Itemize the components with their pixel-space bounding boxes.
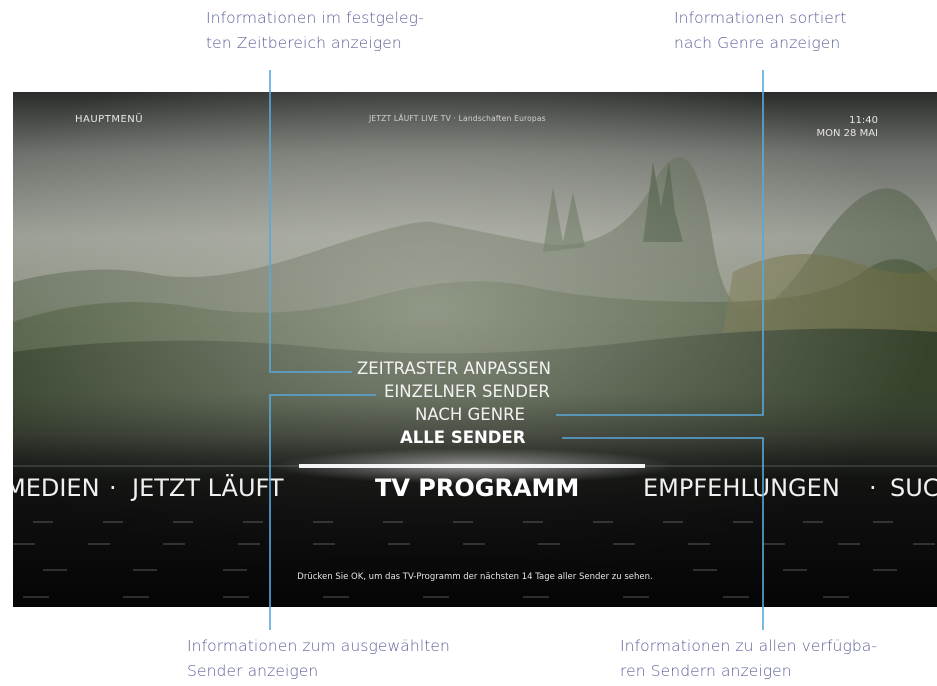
main-menu-item-search[interactable]: SUC [890,474,937,502]
main-menu-item-media[interactable]: MEDIEN [13,474,100,502]
date-display: MON 28 MAI [816,128,878,139]
main-menu-item-now-playing[interactable]: JETZT LÄUFT [132,474,284,502]
annotation-single-channel: Informationen zum ausgewählten Sender an… [187,634,450,684]
submenu-item-by-genre[interactable]: NACH GENRE [415,405,525,424]
annotation-line: ren Sendern anzeigen [620,662,792,680]
annotation-line: Informationen zu allen verfügba- [620,637,878,655]
annotation-time-grid: Informationen im festgeleg- ten Zeitbere… [206,6,424,56]
submenu-item-all-channels[interactable]: ALLE SENDER [400,428,525,447]
screen-header: HAUPTMENÜ JETZT LÄUFT LIVE TV · Landscha… [13,92,937,152]
annotation-line: Informationen sortiert [674,9,847,27]
clock: 11:40 MON 28 MAI [817,114,878,140]
time-display: 11:40 [849,115,878,126]
annotation-line: Informationen im festgeleg- [206,9,424,27]
annotation-line: ten Zeitbereich anzeigen [206,34,402,52]
now-playing-label: JETZT LÄUFT LIVE TV · Landschaften Europ… [369,114,546,123]
help-hint: Drücken Sie OK, um das TV-Programm der n… [297,572,653,582]
main-menu-item-recommendations[interactable]: EMPFEHLUNGEN [643,474,840,502]
main-menu-separator: · [109,474,117,502]
annotation-line: Informationen zum ausgewählten [187,637,450,655]
foggy-forest-background [13,92,937,607]
annotation-by-genre: Informationen sortiert nach Genre anzeig… [674,6,847,56]
main-menu-separator: · [869,474,877,502]
main-menu-carousel: MEDIEN · JETZT LÄUFT TV PROGRAMM EMPFEHL… [13,468,937,512]
main-menu-item-tv-guide[interactable]: TV PROGRAMM [375,474,579,502]
annotation-all-channels: Informationen zu allen verfügba- ren Sen… [620,634,877,684]
submenu-item-single-channel[interactable]: EINZELNER SENDER [384,382,550,401]
submenu-item-time-grid[interactable]: ZEITRASTER ANPASSEN [357,359,551,378]
annotation-line: nach Genre anzeigen [674,34,841,52]
annotation-line: Sender anzeigen [187,662,319,680]
tv-screen: HAUPTMENÜ JETZT LÄUFT LIVE TV · Landscha… [13,92,937,607]
main-menu-title: HAUPTMENÜ [75,114,144,125]
